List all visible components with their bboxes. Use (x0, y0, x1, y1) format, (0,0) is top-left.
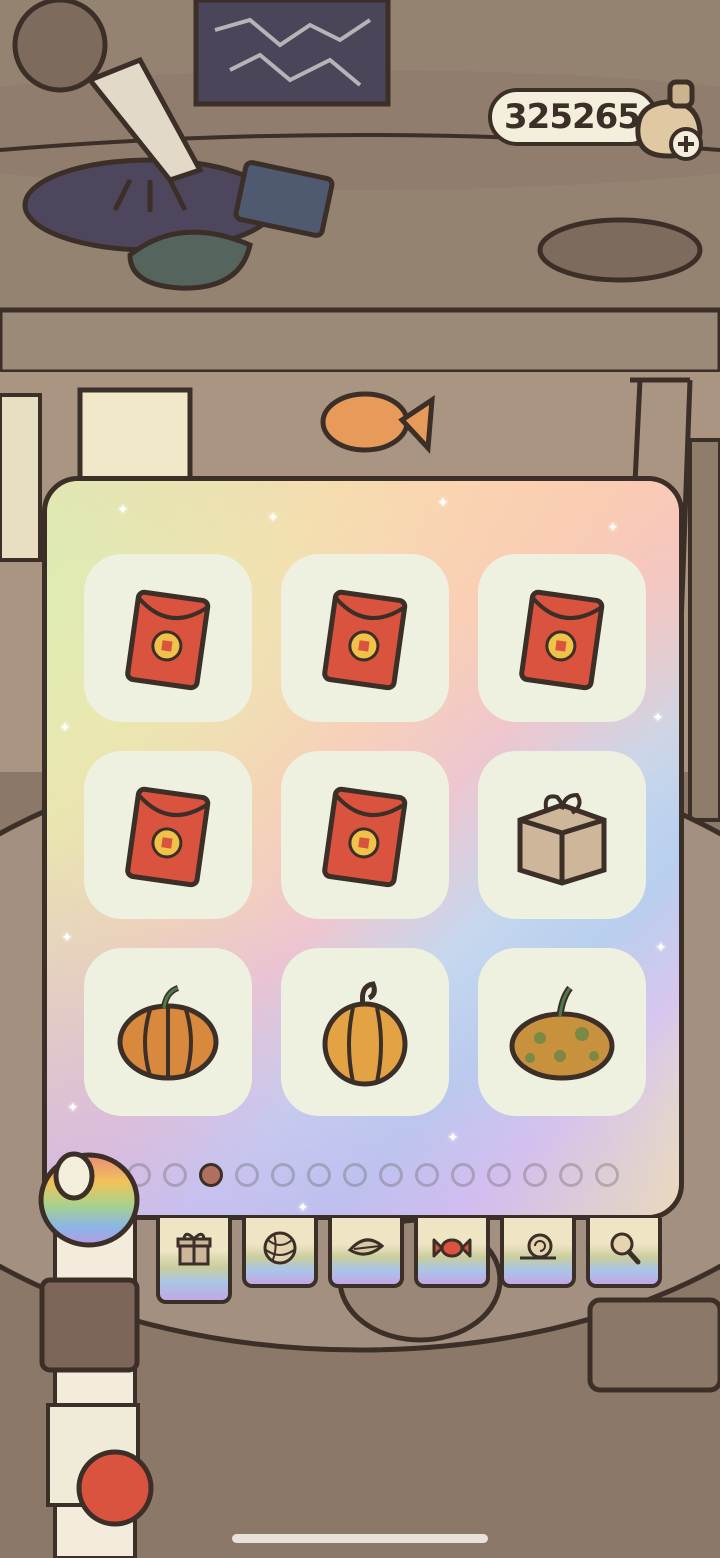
sparkle-icon: ✦ (59, 720, 71, 736)
constellation-poster (193, 0, 391, 107)
leaf-icon (347, 1238, 385, 1256)
tab-snail[interactable] (500, 1218, 576, 1288)
sparkle-icon: ✦ (447, 1130, 459, 1146)
sparkle-icon: ✦ (267, 510, 279, 526)
page-dot[interactable] (307, 1163, 331, 1187)
red-envelope-icon (322, 786, 408, 888)
sparkle-icon: ✦ (652, 710, 664, 726)
magnifier-icon (610, 1232, 641, 1265)
page-dot[interactable] (451, 1163, 475, 1187)
yarn-ball-icon (263, 1231, 297, 1265)
tab-candy[interactable] (414, 1218, 490, 1288)
page-dot[interactable] (163, 1163, 187, 1187)
red-envelope-icon (125, 589, 211, 691)
snail-icon (520, 1233, 556, 1260)
inventory-grid (84, 554, 649, 1124)
page-dot[interactable] (523, 1163, 547, 1187)
inventory-slot[interactable] (478, 948, 646, 1116)
category-tabs (156, 1218, 676, 1308)
pumpkin-icon (117, 985, 219, 1081)
red-envelope-icon (322, 589, 408, 691)
page-dot[interactable] (271, 1163, 295, 1187)
inventory-slot[interactable] (84, 751, 252, 919)
notebook-icon (39, 1277, 140, 1373)
candy-icon (432, 1238, 472, 1258)
rainbow-bag-icon[interactable] (34, 1140, 144, 1250)
sparkle-icon: ✦ (117, 502, 129, 518)
page-dot[interactable] (343, 1163, 367, 1187)
gift-icon (176, 1232, 212, 1266)
inventory-slot[interactable] (478, 554, 646, 722)
page-dot-active[interactable] (199, 1163, 223, 1187)
page-dot[interactable] (379, 1163, 403, 1187)
inventory-slot[interactable] (281, 948, 449, 1116)
apple-icon (76, 1449, 154, 1527)
pumpkin-round-icon (322, 981, 408, 1087)
home-indicator[interactable] (232, 1534, 488, 1543)
sparkle-icon: ✦ (67, 1100, 79, 1116)
sparkle-icon: ✦ (437, 495, 449, 511)
inventory-slot[interactable] (478, 751, 646, 919)
sparkle-icon: ✦ (61, 930, 73, 946)
coin-amount: 325265 (504, 97, 641, 137)
coin-bag-icon[interactable] (628, 74, 714, 164)
page-dot[interactable] (595, 1163, 619, 1187)
tab-search[interactable] (586, 1218, 662, 1288)
pumpkin-speckled-icon (509, 985, 615, 1081)
inventory-slot[interactable] (281, 554, 449, 722)
page-dot[interactable] (559, 1163, 583, 1187)
page-dot[interactable] (487, 1163, 511, 1187)
sparkle-icon: ✦ (297, 1200, 309, 1216)
inventory-slot[interactable] (84, 948, 252, 1116)
tab-gifts[interactable] (156, 1218, 232, 1304)
tab-leaves[interactable] (328, 1218, 404, 1288)
package-icon (517, 792, 607, 886)
inventory-panel: ✦ ✦ ✦ ✦ ✦ ✦ ✦ ✦ ✦ ✦ ✦ (42, 476, 684, 1220)
page-dot[interactable] (235, 1163, 259, 1187)
red-envelope-icon (519, 589, 605, 691)
page-dot[interactable] (415, 1163, 439, 1187)
page-indicator (127, 1161, 679, 1191)
inventory-slot[interactable] (281, 751, 449, 919)
inventory-slot[interactable] (84, 554, 252, 722)
sparkle-icon: ✦ (607, 520, 619, 536)
sparkle-icon: ✦ (655, 940, 667, 956)
red-envelope-icon (125, 786, 211, 888)
tab-yarn[interactable] (242, 1218, 318, 1288)
